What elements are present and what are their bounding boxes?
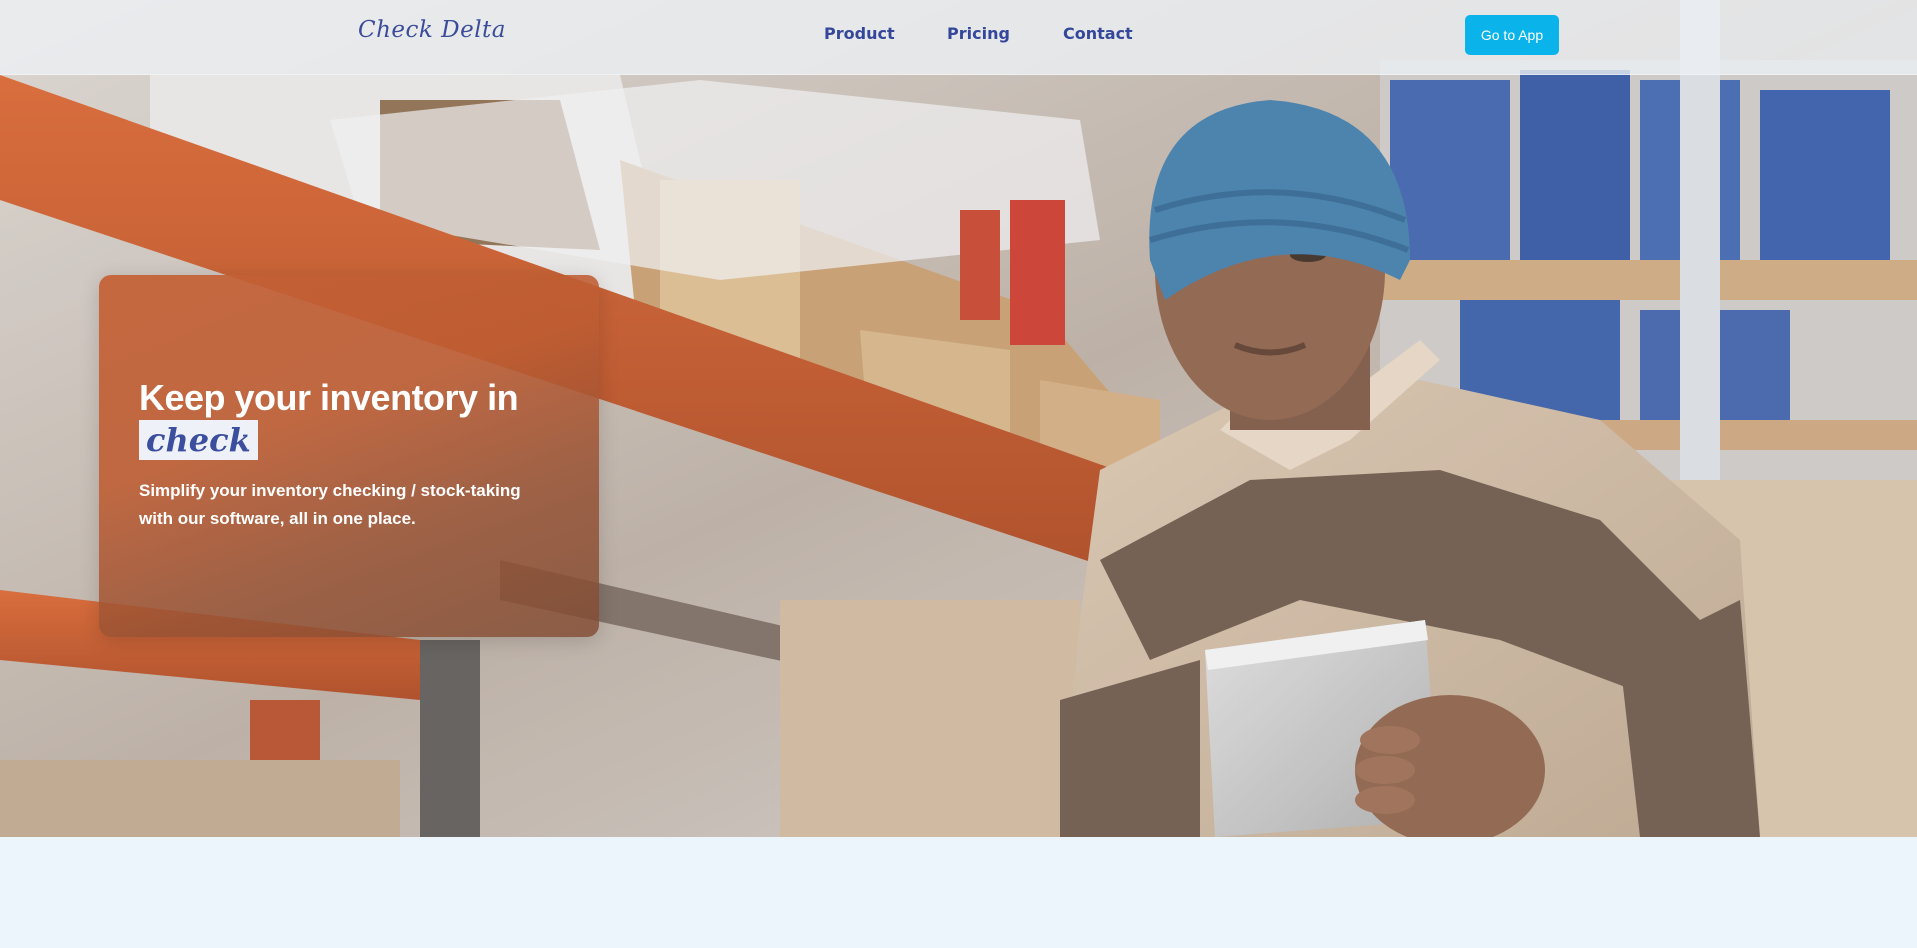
nav-link-product[interactable]: Product [824,24,895,43]
nav-link-pricing[interactable]: Pricing [947,24,1010,43]
top-navbar: Check Delta Product Pricing Contact Go t… [0,0,1917,75]
logo[interactable]: Check Delta [358,17,506,43]
hero-card: Keep your inventory in check Simplify yo… [99,275,599,637]
go-to-app-button[interactable]: Go to App [1465,15,1559,55]
next-section [0,837,1917,948]
hero-section: Keep your inventory in check Simplify yo… [0,0,1917,837]
hero-title: Keep your inventory in [139,377,519,418]
hero-subtitle: Simplify your inventory checking / stock… [139,481,521,528]
hero-title-highlight: check [139,420,258,460]
nav-link-contact[interactable]: Contact [1063,24,1133,43]
